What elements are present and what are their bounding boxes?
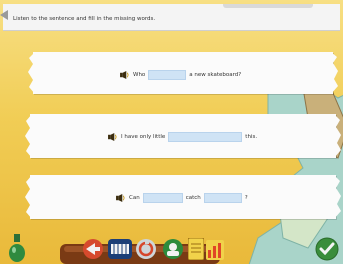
sentence-2-before: I have only little: [121, 134, 166, 140]
sentence-row-3: Can catch ?: [116, 193, 248, 203]
sentence-row-2: I have only little this.: [108, 132, 257, 142]
sentence-row-1: Who a new skateboard?: [120, 70, 241, 80]
bar-notch: [223, 4, 313, 8]
answer-blank-2[interactable]: [168, 132, 243, 142]
answer-blank-1[interactable]: [148, 70, 187, 80]
listen-icon[interactable]: [162, 238, 184, 260]
speaker-icon[interactable]: [116, 194, 125, 202]
sentence-1-after: a new skateboard?: [189, 72, 242, 78]
speaker-icon[interactable]: [108, 133, 117, 141]
sentence-3-before: Can: [129, 195, 140, 201]
potion-bottle-icon[interactable]: [8, 234, 26, 262]
notes-icon[interactable]: [108, 239, 132, 259]
previous-arrow-icon[interactable]: [82, 238, 104, 260]
sentence-3-middle: catch: [185, 195, 201, 201]
answer-blank-4[interactable]: [203, 193, 242, 203]
instruction-text: Listen to the sentence and fill in the m…: [13, 16, 156, 22]
exercise-screen: Listen to the sentence and fill in the m…: [0, 0, 343, 264]
answer-blank-3[interactable]: [142, 193, 183, 203]
speaker-icon[interactable]: [120, 71, 129, 79]
check-answer-button[interactable]: [315, 237, 339, 261]
document-icon[interactable]: [188, 238, 204, 260]
replay-icon[interactable]: [135, 238, 157, 260]
progress-chart-icon[interactable]: [206, 240, 224, 260]
sentence-1-before: Who: [133, 72, 146, 78]
sentence-3-after: ?: [244, 195, 248, 201]
sentence-2-after: this.: [245, 134, 258, 140]
back-arrow-icon[interactable]: [0, 10, 8, 20]
